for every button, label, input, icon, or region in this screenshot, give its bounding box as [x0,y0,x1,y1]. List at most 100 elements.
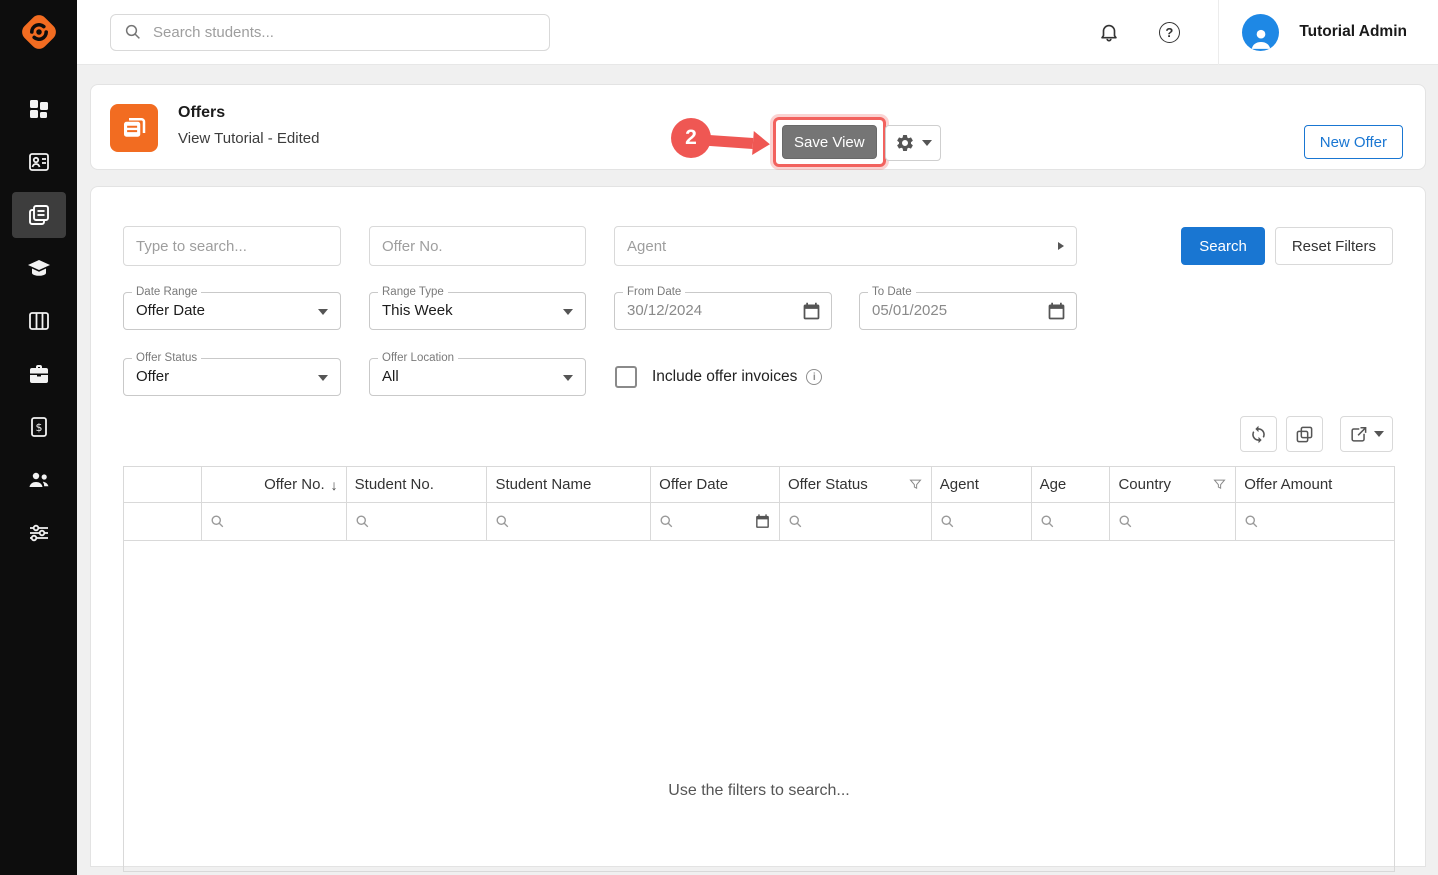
filter-row-dates: Date Range Offer Date Range Type This We… [123,292,1393,330]
calendar-icon[interactable] [754,513,771,530]
offer-status-select[interactable]: Offer Status Offer [123,358,341,396]
notifications-button[interactable] [1094,17,1124,47]
help-button[interactable]: ? [1154,17,1184,47]
topbar: ? Tutorial Admin [77,0,1438,65]
filter-cell-offer-no[interactable] [202,503,347,540]
filter-cell-student-no[interactable] [347,503,488,540]
export-button[interactable] [1340,416,1393,452]
preferences-icon [27,521,51,545]
grid-header-country[interactable]: Country [1110,467,1236,502]
page-header-card: Offers View Tutorial - Edited 2 Save Vie… [90,84,1426,170]
page-title: Offers [178,104,319,122]
grid-header-agent[interactable]: Agent [932,467,1032,502]
calendar-icon[interactable] [1046,301,1067,322]
info-icon[interactable]: i [806,369,822,385]
filter-funnel-icon[interactable] [1212,477,1227,492]
offer-status-label: Offer Status [132,351,201,365]
grid-header-student-no[interactable]: Student No. [347,467,488,502]
new-offer-button[interactable]: New Offer [1304,125,1403,159]
agent-input[interactable] [614,226,1077,266]
sidebar-item-invoices[interactable]: $ [12,404,66,450]
students-icon [27,150,51,174]
reset-filters-button[interactable]: Reset Filters [1275,227,1393,265]
offers-page-icon [110,104,158,152]
annotation-arrow [706,128,771,156]
caret-down-icon [563,309,573,315]
sidebar-item-agents[interactable] [12,457,66,503]
refresh-icon [1249,425,1268,444]
view-settings-button[interactable] [885,125,941,161]
grid-header-offer-status[interactable]: Offer Status [780,467,932,502]
search-icon [1244,514,1259,529]
offer-location-label: Offer Location [378,351,458,365]
filter-cell-empty[interactable] [124,503,202,540]
to-date-field[interactable]: To Date 05/01/2025 [859,292,1077,330]
filter-cell-agent[interactable] [932,503,1032,540]
bell-icon [1098,21,1120,43]
help-icon: ? [1159,22,1180,43]
offers-grid: Offer No. ↓ Student No. Student Name Off… [123,466,1395,872]
grid-header-offer-no[interactable]: Offer No. ↓ [202,467,347,502]
offer-no-input[interactable] [369,226,586,266]
search-button[interactable]: Search [1181,227,1265,265]
search-icon [1118,514,1133,529]
col-label: Student No. [355,476,434,493]
include-invoices-checkbox[interactable] [615,366,637,388]
sidebar-item-services[interactable] [12,351,66,397]
gear-icon [895,133,915,153]
filter-cell-offer-amount[interactable] [1236,503,1394,540]
caret-down-icon [922,140,932,146]
grid-header-offer-amount[interactable]: Offer Amount [1236,467,1394,502]
refresh-button[interactable] [1240,416,1277,452]
calendar-icon[interactable] [801,301,822,322]
search-input[interactable] [153,24,536,41]
caret-down-icon [318,309,328,315]
save-view-highlight: Save View [773,117,886,167]
range-type-label: Range Type [378,285,448,299]
filter-cell-student-name[interactable] [487,503,651,540]
dashboard-icon [27,97,51,121]
filter-funnel-icon[interactable] [908,477,923,492]
search-icon [355,514,370,529]
agent-field[interactable] [614,226,1077,266]
offer-location-select[interactable]: Offer Location All [369,358,586,396]
filter-cell-country[interactable] [1110,503,1236,540]
from-date-field[interactable]: From Date 30/12/2024 [614,292,832,330]
page-titles: Offers View Tutorial - Edited [178,104,319,147]
date-range-select[interactable]: Date Range Offer Date [123,292,341,330]
keyword-search-input[interactable] [123,226,341,266]
offers-page-icon-glyph [119,113,149,143]
app-logo[interactable] [15,8,63,56]
annotation-arrow-head [752,131,771,156]
grid-header-student-name[interactable]: Student Name [487,467,651,502]
search-icon [940,514,955,529]
sidebar-item-preferences[interactable] [12,510,66,556]
include-invoices-toggle[interactable]: Include offer invoices i [615,366,822,388]
filter-cell-offer-date[interactable] [651,503,780,540]
user-avatar[interactable] [1242,14,1279,51]
grid-header-offer-date[interactable]: Offer Date [651,467,780,502]
col-label: Offer No. [264,476,325,493]
grid-header-age[interactable]: Age [1032,467,1111,502]
sidebar-item-offers[interactable] [12,192,66,238]
sidebar-item-students[interactable] [12,139,66,185]
sidebar-item-dashboard[interactable] [12,86,66,132]
svg-text:$: $ [35,421,42,434]
to-date-label: To Date [868,285,916,299]
filter-cell-age[interactable] [1032,503,1111,540]
grid-header-empty[interactable] [124,467,202,502]
save-view-button[interactable]: Save View [782,125,877,159]
from-date-label: From Date [623,285,685,299]
student-search-box[interactable] [110,14,550,51]
sidebar-item-boards[interactable] [12,298,66,344]
caret-down-icon [318,375,328,381]
filter-cell-offer-status[interactable] [780,503,932,540]
column-chooser-button[interactable] [1286,416,1323,452]
services-icon [27,362,51,386]
range-type-select[interactable]: Range Type This Week [369,292,586,330]
grid-body: Use the filters to search... [124,541,1394,871]
grid-filter-row [124,503,1394,541]
sidebar-item-courses[interactable] [12,245,66,291]
avatar-icon [1248,25,1274,51]
sidebar: $ [0,0,77,875]
